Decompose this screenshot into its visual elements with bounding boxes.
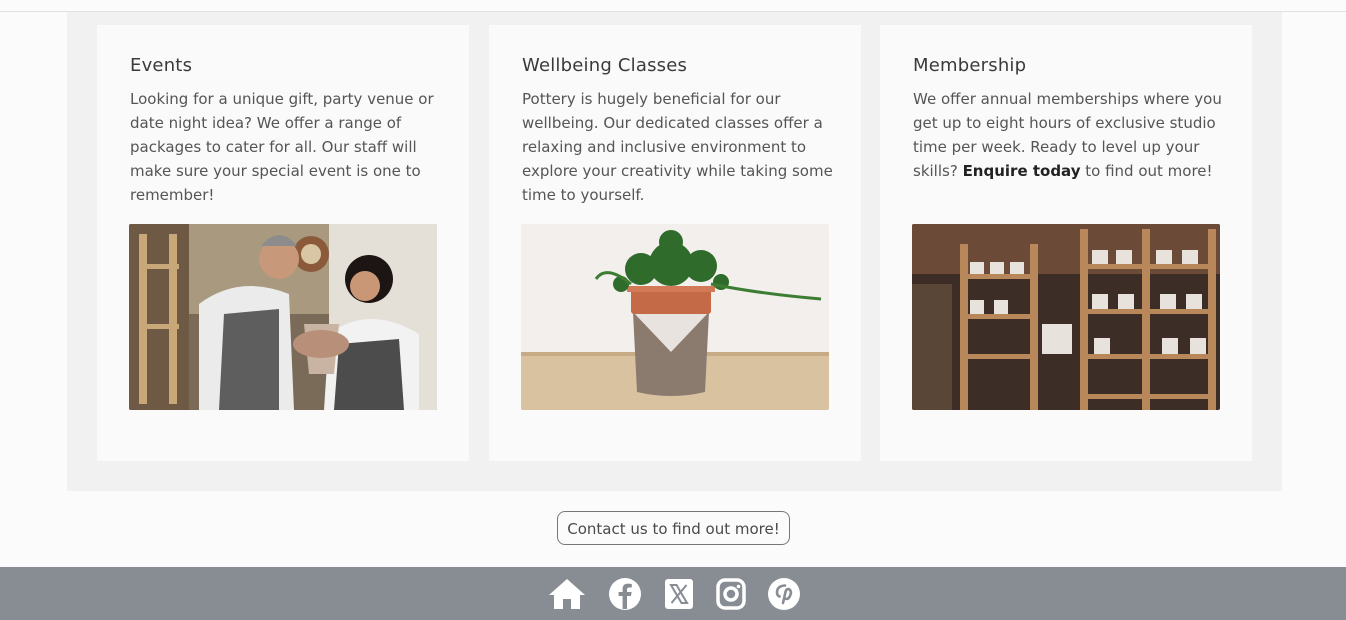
card-body: Pottery is hugely beneficial for our wel… xyxy=(522,90,833,204)
card-events: Events Looking for a unique gift, party … xyxy=(97,25,469,461)
footer xyxy=(0,567,1346,620)
x-icon[interactable] xyxy=(660,577,698,611)
card-membership: Membership We offer annual memberships w… xyxy=(880,25,1252,461)
card-title: Membership xyxy=(913,55,1027,76)
home-icon[interactable] xyxy=(548,577,586,611)
facebook-icon[interactable] xyxy=(606,577,644,611)
card-body: We offer annual memberships where you ge… xyxy=(913,87,1225,183)
card-wellbeing-classes: Wellbeing Classes Pottery is hugely bene… xyxy=(489,25,861,461)
card-title: Events xyxy=(130,55,193,76)
card-body-text: to find out more! xyxy=(1080,162,1213,180)
events-image xyxy=(129,224,437,410)
wellbeing-image xyxy=(521,224,829,410)
pinterest-icon[interactable] xyxy=(765,577,803,611)
contact-us-button[interactable]: Contact us to find out more! xyxy=(557,511,790,545)
card-title: Wellbeing Classes xyxy=(522,55,688,76)
services-section: Events Looking for a unique gift, party … xyxy=(67,12,1282,491)
enquire-today-link[interactable]: Enquire today xyxy=(963,162,1081,180)
membership-image xyxy=(912,224,1220,410)
instagram-icon[interactable] xyxy=(712,577,750,611)
card-body: Looking for a unique gift, party venue o… xyxy=(130,90,434,204)
